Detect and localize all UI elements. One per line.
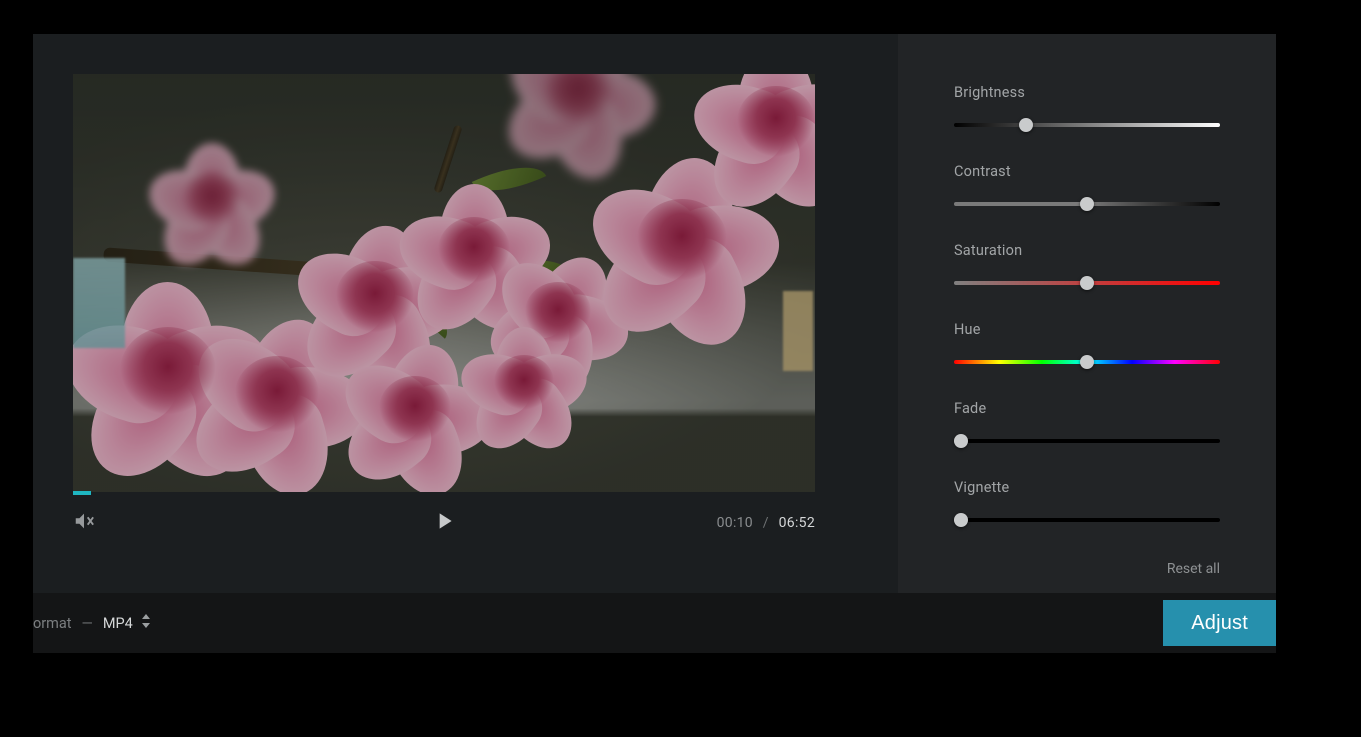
adjust-button[interactable]: Adjust (1163, 600, 1276, 646)
slider-thumb[interactable] (1080, 355, 1094, 369)
video-controls: 00:10 / 06:52 (73, 495, 815, 551)
time-separator: / (763, 515, 769, 531)
time-current: 00:10 (717, 515, 753, 531)
mute-icon[interactable] (73, 510, 95, 536)
slider-group-brightness: Brightness (954, 84, 1220, 127)
play-icon[interactable] (431, 508, 457, 538)
slider-track-contrast[interactable] (954, 202, 1220, 206)
slider-label: Saturation (954, 242, 1220, 259)
slider-label: Contrast (954, 163, 1220, 180)
slider-group-vignette: Vignette (954, 479, 1220, 522)
editor-window: 00:10 / 06:52 Brightness Contrast Saturati… (33, 34, 1276, 653)
reset-all-link[interactable]: Reset all (1167, 561, 1220, 577)
slider-thumb[interactable] (954, 434, 968, 448)
slider-group-hue: Hue (954, 321, 1220, 364)
format-value-text: MP4 (103, 615, 133, 632)
slider-group-saturation: Saturation (954, 242, 1220, 285)
main-row: 00:10 / 06:52 Brightness Contrast Saturati… (33, 34, 1276, 593)
slider-label: Vignette (954, 479, 1220, 496)
adjust-button-label: Adjust (1191, 612, 1248, 635)
slider-track-fade[interactable] (954, 439, 1220, 443)
slider-track-brightness[interactable] (954, 123, 1220, 127)
video-pane: 00:10 / 06:52 (33, 34, 898, 593)
bottom-bar: ormat — MP4 Adjust (33, 593, 1276, 653)
time-display: 00:10 / 06:52 (717, 515, 815, 531)
slider-label: Hue (954, 321, 1220, 338)
slider-thumb[interactable] (1019, 118, 1033, 132)
slider-label: Fade (954, 400, 1220, 417)
stepper-icon (141, 614, 151, 632)
adjust-pane: Brightness Contrast Saturation Hue Fade Vigne… (898, 34, 1276, 593)
format-selector[interactable]: ormat — MP4 (33, 614, 151, 632)
slider-thumb[interactable] (1080, 276, 1094, 290)
slider-label: Brightness (954, 84, 1220, 101)
format-label-fragment: ormat (33, 615, 72, 632)
video-thumbnail-image (73, 74, 815, 492)
slider-track-vignette[interactable] (954, 518, 1220, 522)
slider-thumb[interactable] (954, 513, 968, 527)
video-preview[interactable] (73, 74, 815, 492)
format-dash: — (82, 615, 93, 632)
time-total: 06:52 (779, 515, 815, 531)
slider-group-contrast: Contrast (954, 163, 1220, 206)
slider-group-fade: Fade (954, 400, 1220, 443)
slider-track-saturation[interactable] (954, 281, 1220, 285)
slider-thumb[interactable] (1080, 197, 1094, 211)
slider-track-hue[interactable] (954, 360, 1220, 364)
format-value[interactable]: MP4 (103, 614, 151, 632)
